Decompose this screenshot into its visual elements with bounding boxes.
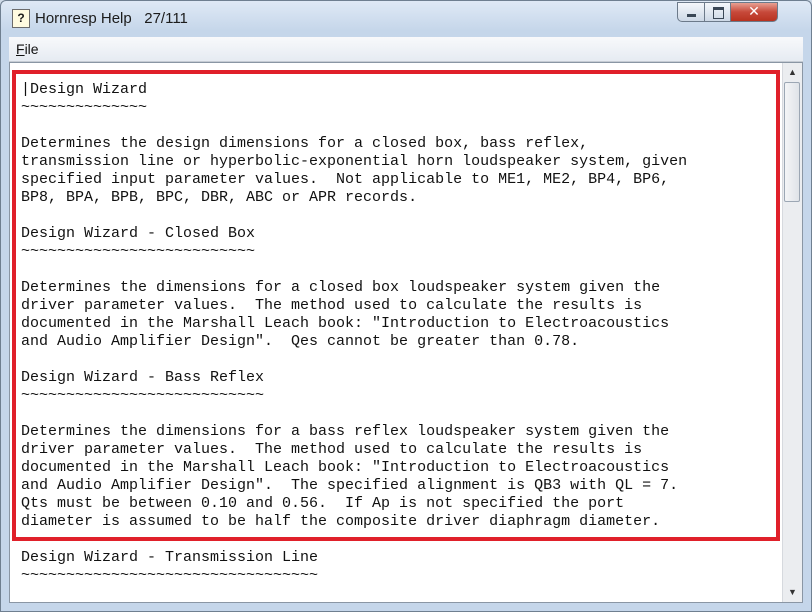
minimize-button[interactable] xyxy=(677,2,705,22)
help-text-area[interactable]: |Design Wizard ~~~~~~~~~~~~~~ Determines… xyxy=(9,62,803,603)
highlight-annotation-box xyxy=(12,70,780,541)
menu-file-rest: ile xyxy=(24,41,39,57)
title-bar[interactable]: ? Hornresp Help 27/111 ✕ xyxy=(1,1,811,35)
help-text-line: Design Wizard - Transmission Line xyxy=(21,549,319,566)
menu-file-accelerator: F xyxy=(16,41,25,57)
close-button[interactable]: ✕ xyxy=(730,2,778,22)
help-text-line: ~~~~~~~~~~~~~~~~~~~~~~~~~~~~~~~~~ xyxy=(21,567,319,584)
help-window: ? Hornresp Help 27/111 ✕ File |Design Wi… xyxy=(0,0,812,612)
page-indicator: 27/111 xyxy=(144,10,188,27)
minimize-icon xyxy=(687,14,696,17)
window-title: Hornresp Help 27/111 xyxy=(35,10,188,27)
arrow-down-icon[interactable]: ▼ xyxy=(784,584,801,601)
scroll-thumb[interactable] xyxy=(784,82,800,202)
arrow-up-icon[interactable]: ▲ xyxy=(784,64,801,81)
menu-bar: File xyxy=(9,37,803,62)
maximize-icon xyxy=(713,7,724,19)
help-app-icon[interactable]: ? xyxy=(12,9,30,28)
vertical-scrollbar[interactable]: ▲ ▼ xyxy=(782,63,802,602)
window-title-name: Hornresp Help xyxy=(35,10,132,27)
maximize-button[interactable] xyxy=(704,2,731,22)
close-icon: ✕ xyxy=(748,4,760,20)
menu-file[interactable]: File xyxy=(16,41,39,57)
